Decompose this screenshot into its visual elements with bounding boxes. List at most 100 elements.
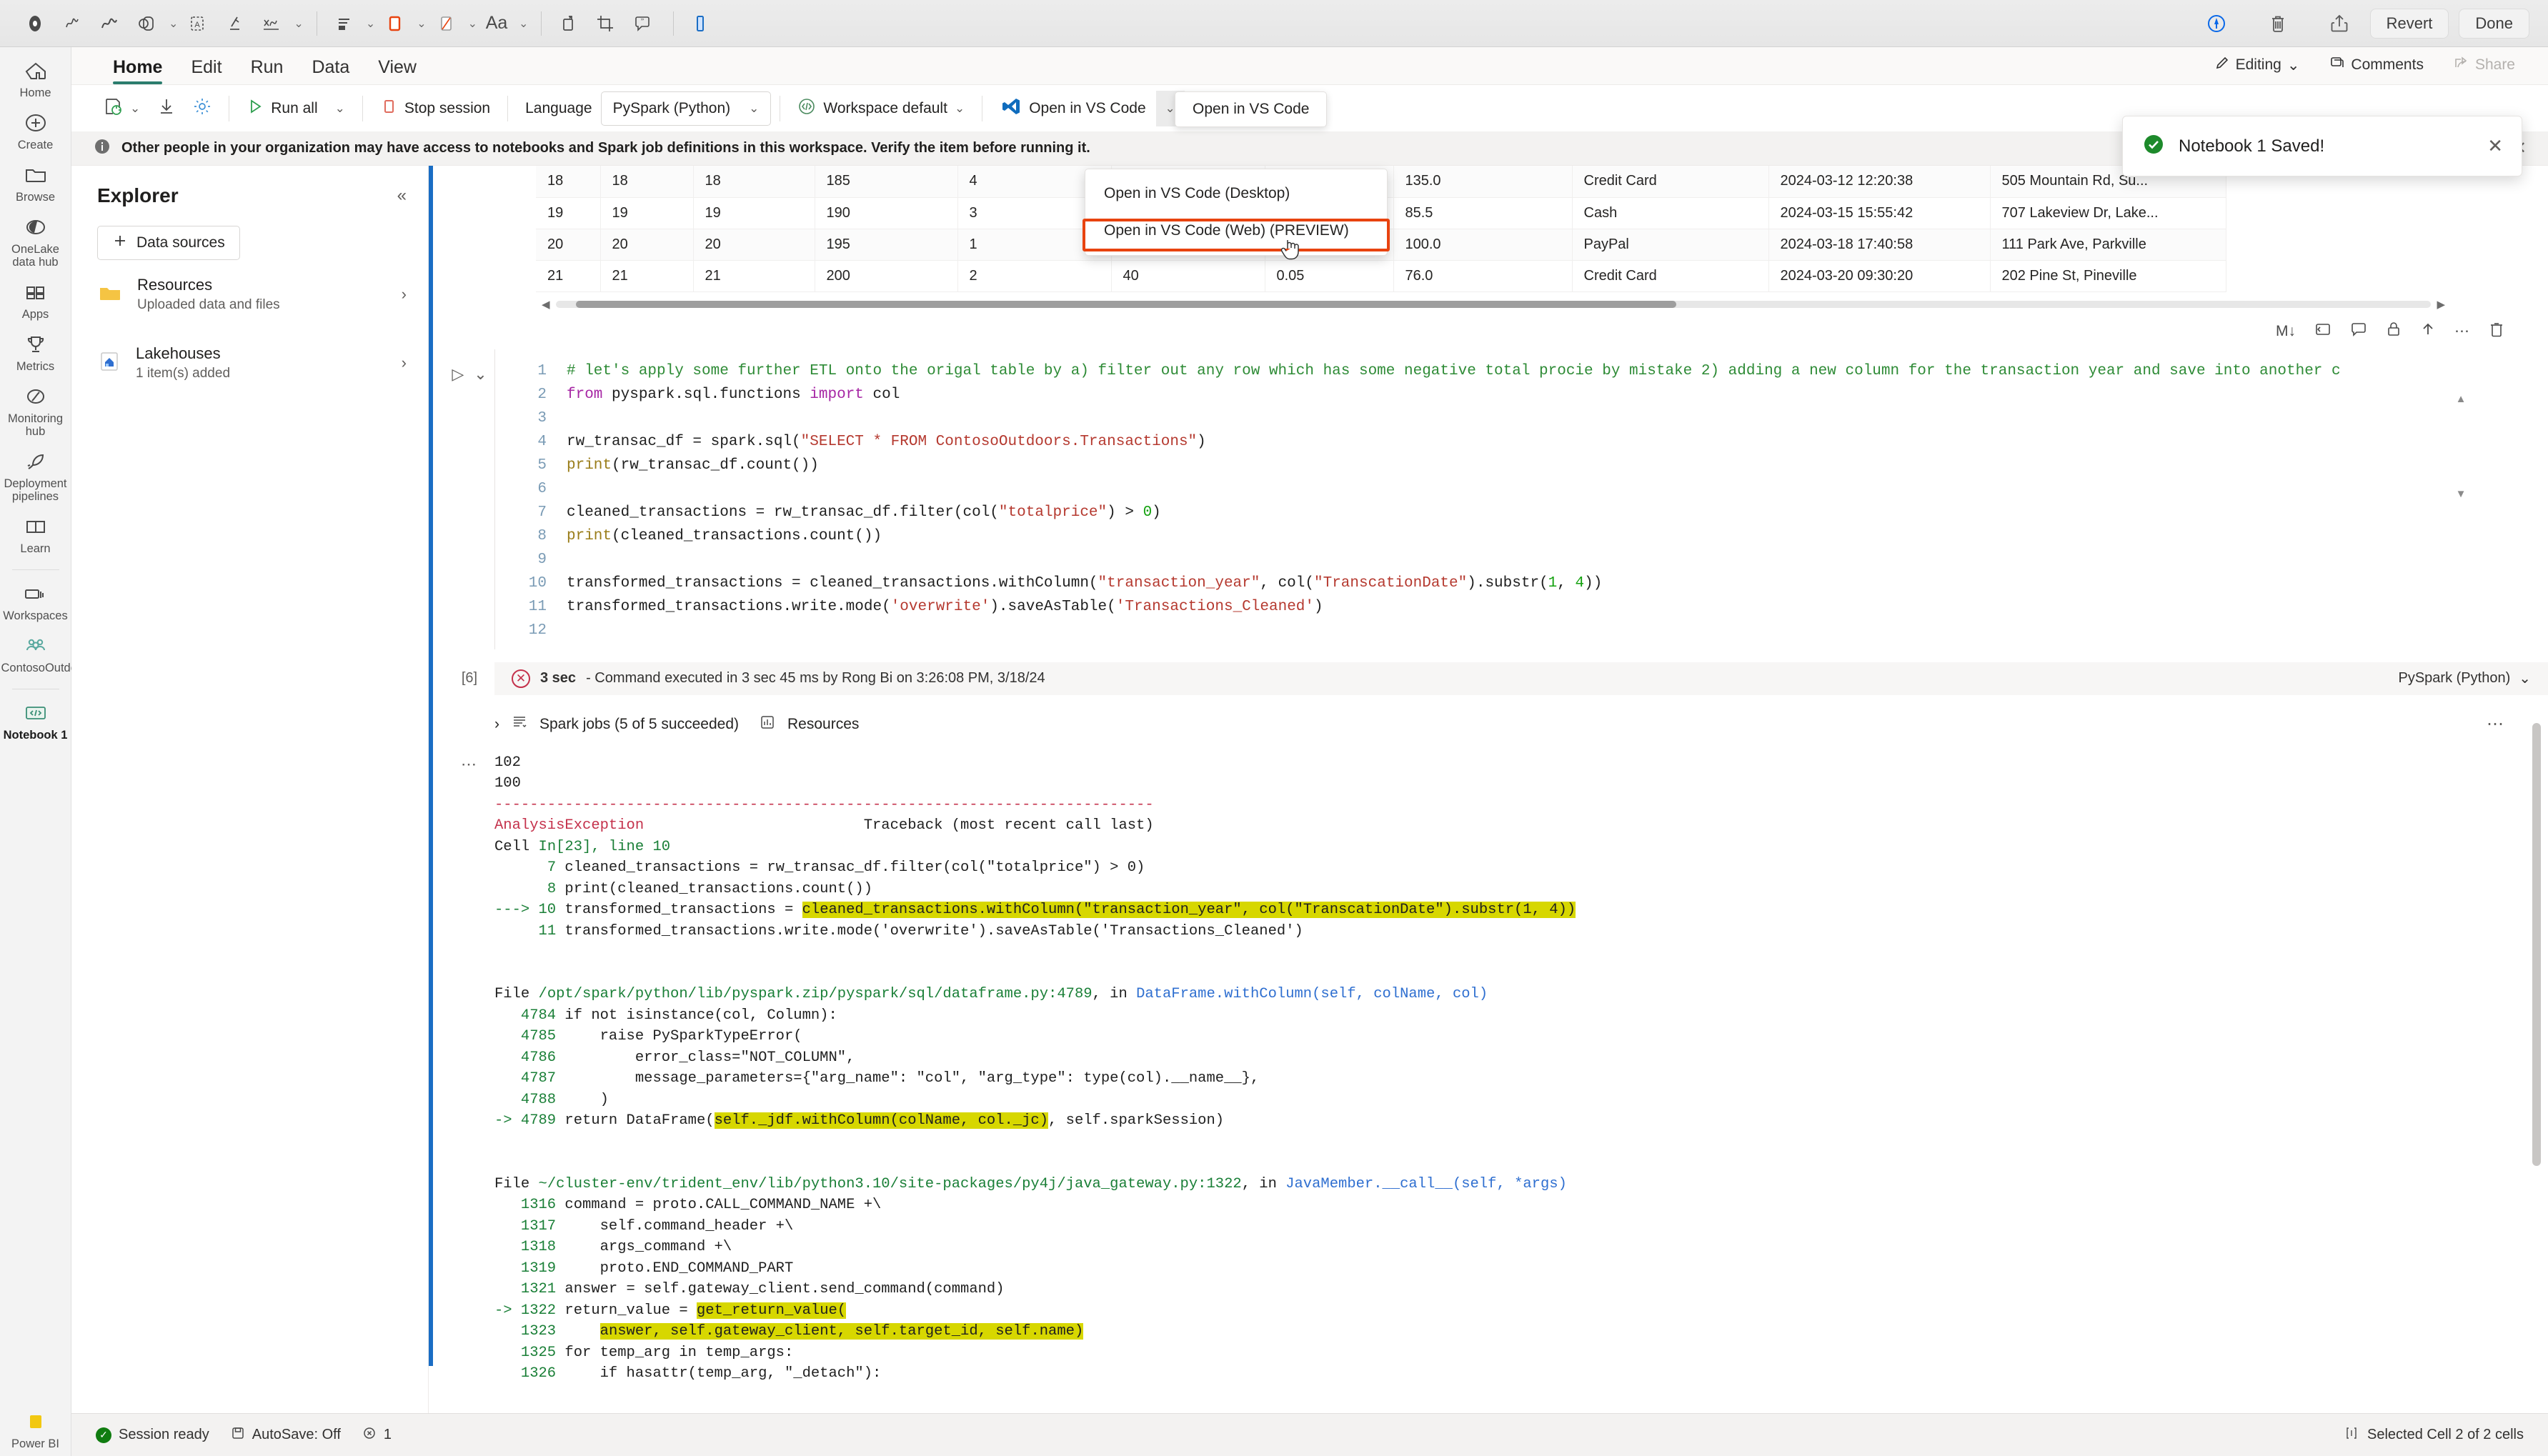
dataframe-output-table[interactable]: 18 18 18 185 4 150 0.1 135.0 Credit Card…	[429, 166, 2548, 292]
spark-jobs-label[interactable]: Spark jobs (5 of 5 succeeded)	[539, 716, 739, 733]
text-box-icon[interactable]: A	[181, 7, 214, 40]
move-up-icon[interactable]	[2420, 321, 2436, 342]
border-color-icon[interactable]	[378, 7, 411, 40]
editing-mode-button[interactable]: Editing ⌄	[2203, 50, 2311, 80]
output-collapse-dots[interactable]: ⋯	[444, 752, 494, 1385]
share-icon[interactable]	[2323, 7, 2356, 40]
code-content[interactable]: 1 # let's apply some further ETL onto the…	[495, 359, 2548, 642]
chevron-down-icon[interactable]: ⌄	[2519, 669, 2531, 687]
powerbi-icon[interactable]	[24, 1408, 48, 1435]
rotate-icon[interactable]	[552, 7, 584, 40]
sidebar-item-monitoring-hub[interactable]: Monitoring hub	[0, 383, 71, 438]
trash-icon[interactable]	[2261, 7, 2294, 40]
chevron-down-icon[interactable]: ⌄	[519, 16, 528, 31]
settings-button[interactable]	[184, 91, 220, 126]
close-icon[interactable]: ✕	[2487, 135, 2503, 157]
chevron-down-icon[interactable]: ⌄	[955, 101, 965, 116]
revert-button[interactable]: Revert	[2369, 8, 2449, 39]
chevron-down-icon[interactable]: ⌄	[749, 101, 759, 116]
move-cell-icon[interactable]	[2314, 321, 2331, 342]
table-vertical-scrollbar[interactable]: ▲ ▼	[2454, 393, 2468, 500]
done-button[interactable]: Done	[2459, 8, 2529, 39]
shape-style-icon[interactable]	[327, 7, 360, 40]
chevron-down-icon[interactable]: ⌄	[468, 16, 477, 31]
chevron-down-icon[interactable]: ⌄	[335, 101, 345, 116]
explorer-item-lakehouses[interactable]: Lakehouses 1 item(s) added ›	[71, 329, 428, 397]
sidebar-item-apps[interactable]: Apps	[0, 279, 71, 321]
code-editor[interactable]: 1 # let's apply some further ETL onto the…	[494, 349, 2548, 649]
tab-run[interactable]: Run	[237, 57, 298, 84]
crop-icon[interactable]	[589, 7, 622, 40]
sidebar-item-browse[interactable]: Browse	[0, 161, 71, 204]
tab-edit[interactable]: Edit	[176, 57, 236, 84]
more-options-icon[interactable]: ⋯	[2454, 322, 2469, 340]
shape-style-tool[interactable]: ⌄	[327, 7, 375, 40]
border-color-tool[interactable]: ⌄	[378, 7, 427, 40]
lock-cell-icon[interactable]	[2386, 321, 2402, 342]
scroll-down-arrow-icon[interactable]: ▼	[2456, 488, 2467, 500]
sidebar-icon[interactable]	[684, 7, 717, 40]
shapes-icon[interactable]	[130, 7, 163, 40]
save-button[interactable]: ⌄	[94, 91, 149, 126]
signature-tool[interactable]: ⌄	[255, 7, 304, 40]
sidebar-item-learn[interactable]: Learn	[0, 513, 71, 555]
scrollbar-thumb[interactable]	[2532, 723, 2541, 1166]
chevron-down-icon[interactable]: ⌄	[474, 365, 487, 384]
sketch-icon[interactable]	[56, 7, 89, 40]
add-data-sources-button[interactable]: Data sources	[97, 226, 240, 260]
chevron-down-icon[interactable]: ⌄	[1165, 101, 1175, 116]
comment-cell-icon[interactable]	[2350, 321, 2367, 342]
tab-view[interactable]: View	[364, 57, 431, 84]
cell-language[interactable]: PySpark (Python) ⌄	[2399, 669, 2532, 687]
fill-color-icon[interactable]	[429, 7, 462, 40]
draw-icon[interactable]	[93, 7, 126, 40]
code-cell[interactable]: ▷ ⌄ 1 # let's apply some further ETL onto…	[429, 349, 2548, 649]
shape-fill-color-icon[interactable]	[19, 7, 51, 40]
explorer-item-resources[interactable]: Resources Uploaded data and files ›	[71, 260, 428, 329]
menu-item-open-in-vs-code-web-preview[interactable]: Open in VS Code (Web) (PREVIEW)	[1085, 212, 1387, 249]
sidebar-item-home[interactable]: Home	[0, 57, 71, 99]
table-row[interactable]: 21 21 21 200 2 40 0.05 76.0 Credit Card …	[536, 260, 2226, 292]
sidebar-item-deployment-pipelines[interactable]: Deployment pipelines	[0, 448, 71, 503]
chevron-down-icon[interactable]: ⌄	[2287, 56, 2300, 74]
sidebar-item-notebook-1[interactable]: Notebook 1	[0, 699, 71, 742]
signature-icon[interactable]	[255, 7, 288, 40]
sidebar-item-metrics[interactable]: Metrics	[0, 331, 71, 373]
markdown-icon[interactable]: M↓	[2276, 323, 2296, 340]
run-cell-icon[interactable]: ▷	[452, 365, 464, 384]
chevron-down-icon[interactable]: ⌄	[130, 101, 140, 116]
markup-pen-icon[interactable]	[2200, 7, 2233, 40]
tab-data[interactable]: Data	[297, 57, 364, 84]
chevron-down-icon[interactable]: ⌄	[294, 16, 303, 31]
table-horizontal-scrollbar[interactable]: ◀ ▶	[536, 299, 2451, 311]
language-select[interactable]: PySpark (Python) ⌄	[600, 91, 772, 126]
comments-button[interactable]: Comments	[2318, 50, 2435, 80]
chevron-down-icon[interactable]: ⌄	[417, 16, 426, 31]
highlight-icon[interactable]	[218, 7, 251, 40]
scroll-up-arrow-icon[interactable]: ▲	[2456, 393, 2467, 405]
autosave-status[interactable]: AutoSave: Off	[231, 1426, 341, 1445]
environment-button[interactable]: Workspace default ⌄	[789, 91, 973, 126]
open-in-vscode-button[interactable]: Open in VS Code	[991, 90, 1156, 126]
annotate-icon[interactable]: ”	[626, 7, 659, 40]
collapse-icon[interactable]: «	[397, 186, 407, 206]
chevron-down-icon[interactable]: ⌄	[366, 16, 375, 31]
run-all-dropdown[interactable]: ⌄	[327, 91, 354, 126]
fill-color-tool[interactable]: ⌄	[429, 7, 477, 40]
spark-resources-label[interactable]: Resources	[787, 716, 859, 733]
chevron-down-icon[interactable]: ⌄	[169, 16, 178, 31]
delete-cell-icon[interactable]	[2488, 321, 2505, 342]
scrollbar-thumb[interactable]	[575, 300, 1676, 308]
text-style-icon[interactable]: Aa	[480, 7, 513, 40]
chevron-right-icon[interactable]: ›	[402, 285, 407, 304]
scrollbar-track[interactable]	[555, 300, 2432, 308]
sidebar-item-create[interactable]: Create	[0, 109, 71, 151]
sidebar-item-contosooutdoor[interactable]: ContosoOutdoor	[0, 632, 88, 674]
sidebar-item-onelake-data-hub[interactable]: OneLake data hub	[0, 214, 71, 269]
error-count[interactable]: 1	[362, 1426, 392, 1445]
chevron-right-icon[interactable]: ›	[494, 716, 499, 733]
canvas-vertical-scrollbar[interactable]	[2532, 380, 2541, 1413]
text-style-tool[interactable]: Aa ⌄	[480, 7, 529, 40]
run-all-button[interactable]: Run all	[238, 91, 326, 126]
download-button[interactable]	[149, 91, 184, 126]
